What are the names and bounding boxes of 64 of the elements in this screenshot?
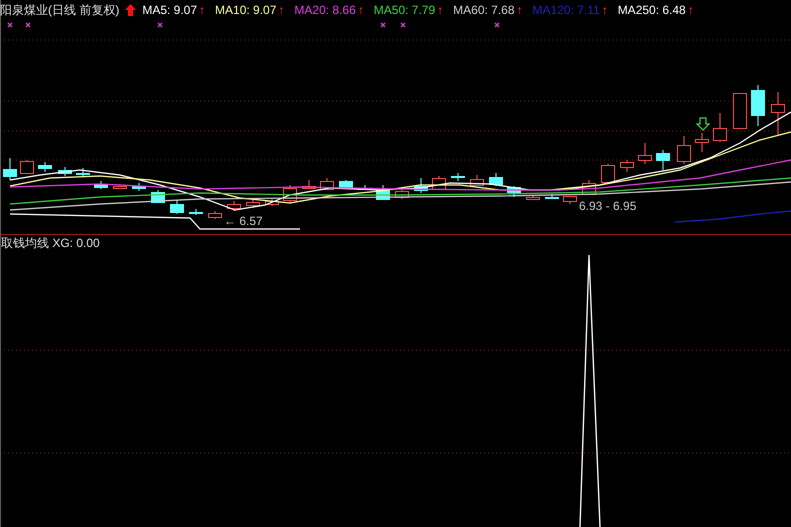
candlestick: [376, 184, 390, 200]
candlestick: [677, 136, 691, 164]
candlestick: [638, 142, 652, 164]
candlestick: [76, 168, 90, 178]
candlestick: [751, 84, 765, 126]
candlestick: [320, 178, 334, 190]
candlestick: [713, 112, 727, 142]
moving-average-value: MA5: 9.07: [142, 3, 198, 17]
candlestick: [601, 164, 615, 184]
trend-arrow: ↑: [688, 3, 694, 17]
candlestick: [339, 180, 353, 188]
candlestick: [227, 200, 241, 212]
candlestick: [489, 172, 503, 186]
candlestick: [395, 188, 409, 200]
moving-average-value: MA60: 7.68: [453, 3, 515, 17]
price-range-label: 6.93 - 6.95: [579, 199, 636, 213]
candlestick: [58, 166, 72, 176]
candlestick: [656, 150, 670, 170]
candlestick: [38, 162, 52, 172]
cross-mark-icon: [7, 22, 13, 28]
candlestick: [20, 160, 34, 174]
candlestick: [414, 178, 428, 194]
candlestick: [94, 180, 108, 190]
trend-arrow: ↑: [437, 3, 444, 17]
candlestick: [283, 184, 297, 204]
trend-arrow: ↑: [602, 3, 608, 17]
candlestick: [733, 92, 747, 129]
moving-average-value: MA20: 8.66: [294, 3, 356, 17]
cross-mark-icon: [400, 22, 406, 28]
candlestick: [451, 172, 465, 182]
trend-arrow: ↑: [278, 3, 284, 17]
moving-average-value: MA250: 6.48: [618, 3, 686, 17]
trend-arrow: ↑: [516, 3, 523, 17]
down-arrow-icon: [696, 117, 710, 131]
candlestick: [3, 158, 17, 180]
up-arrow-icon: [125, 4, 136, 16]
cross-mark-icon: [157, 22, 163, 28]
stock-title: 阳泉煤业(日线 前复权): [0, 3, 120, 17]
candlestick: [170, 200, 184, 214]
candlestick: [265, 198, 279, 206]
candlestick: [470, 174, 484, 186]
trend-arrow: ↑: [358, 3, 364, 17]
low-price-label: ← 6.57: [224, 214, 263, 228]
moving-average-value: MA120: 7.11: [532, 3, 600, 17]
moving-average-value: MA10: 9.07: [215, 3, 276, 17]
candlestick: [620, 160, 634, 172]
candlestick: [545, 194, 559, 200]
candlestick: [563, 196, 577, 204]
trend-arrow: ↑: [199, 3, 206, 17]
cross-mark-icon: [380, 22, 386, 28]
candlestick: [189, 208, 203, 216]
candlestick: [302, 180, 316, 190]
candlestick: [208, 210, 222, 220]
indicator-label: 取钱均线 XG: 0.00: [1, 236, 100, 250]
candlestick: [132, 182, 146, 192]
candlestick: [771, 92, 785, 136]
cross-mark-icon: [25, 22, 31, 28]
candlestick: [507, 186, 521, 198]
cross-mark-icon: [494, 22, 500, 28]
candlestick: [113, 184, 127, 190]
candlestick: [526, 194, 540, 200]
candlestick: [695, 132, 709, 152]
moving-average-value: MA50: 7.79: [374, 3, 436, 17]
candlestick: [246, 198, 260, 208]
